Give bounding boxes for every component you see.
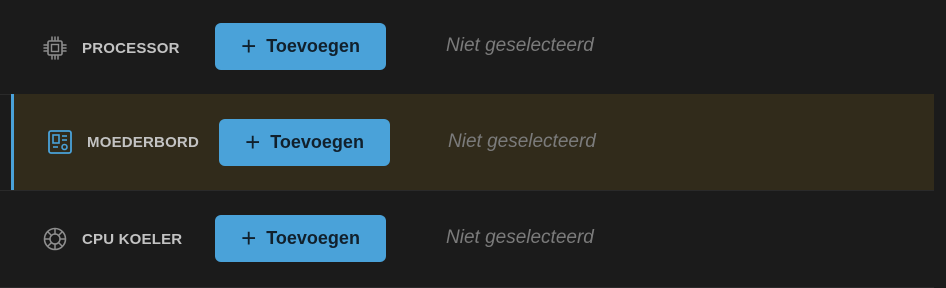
component-row-motherboard: MOEDERBORD + Toevoegen Niet geselecteerd xyxy=(11,94,934,190)
component-row-cpu-cooler: CPU KOELER + Toevoegen Niet geselecteerd xyxy=(0,191,934,287)
motherboard-icon xyxy=(47,129,73,155)
cpu-chip-icon xyxy=(42,35,68,61)
add-button-label: Toevoegen xyxy=(266,36,360,56)
category: PROCESSOR xyxy=(42,0,180,96)
plus-icon: + xyxy=(245,126,261,157)
selection-status: Niet geselecteerd xyxy=(446,35,594,56)
category-label: PROCESSOR xyxy=(82,39,180,57)
selection-status: Niet geselecteerd xyxy=(446,227,594,248)
cooler-fan-icon xyxy=(42,226,68,252)
add-processor-button[interactable]: + Toevoegen xyxy=(215,23,386,70)
component-list: PROCESSOR + Toevoegen Niet geselecteerd … xyxy=(0,0,946,288)
add-cpu-cooler-button[interactable]: + Toevoegen xyxy=(215,215,386,262)
category-label: CPU KOELER xyxy=(82,230,183,248)
component-row-processor: PROCESSOR + Toevoegen Niet geselecteerd xyxy=(0,0,934,96)
category-label: MOEDERBORD xyxy=(87,133,200,151)
add-button-label: Toevoegen xyxy=(270,132,364,152)
selection-status: Niet geselecteerd xyxy=(448,131,596,152)
add-button-label: Toevoegen xyxy=(266,228,360,248)
category: CPU KOELER xyxy=(42,191,182,287)
plus-icon: + xyxy=(241,222,257,253)
add-motherboard-button[interactable]: + Toevoegen xyxy=(219,119,390,166)
plus-icon: + xyxy=(241,30,257,61)
category: MOEDERBORD xyxy=(47,94,199,190)
